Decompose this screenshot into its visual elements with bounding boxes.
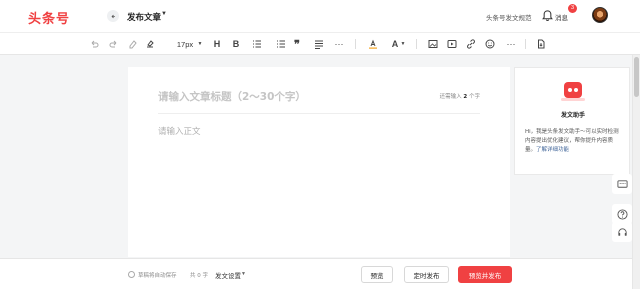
publishing-norms-link[interactable]: 头条号发文规范 [486,12,532,22]
autosave-status: 草稿将自动保存 [138,273,177,279]
robot-icon [564,82,582,98]
arrow-left-icon [111,14,115,18]
user-avatar[interactable] [592,7,608,23]
vertical-scrollbar[interactable] [632,55,640,289]
ordered-list-icon[interactable] [273,37,289,51]
headset-icon[interactable] [612,222,632,242]
chevron-down-icon[interactable]: ▼ [399,37,407,51]
counter-value: 2 [463,94,468,100]
more-icon[interactable]: ··· [505,37,517,51]
word-count: 共 0 字 [190,273,208,279]
schedule-publish-button[interactable]: 定时发布 [404,266,449,283]
help-icon[interactable] [612,204,632,224]
redo-icon[interactable] [108,37,120,51]
title-input[interactable]: 请输入文章标题（2～30个字） [158,89,306,104]
chevron-down-icon[interactable]: ▼ [161,11,167,17]
top-header: 头条号 发布文章 ▼ 头条号发文规范 3 消息 [0,0,640,32]
assistant-name: 发文助手 [560,112,585,119]
format-painter-icon[interactable] [144,37,156,51]
message-count-badge: 3 [568,4,577,13]
highlight-color-icon[interactable] [365,37,381,51]
counter-suffix: 个字 [468,94,480,100]
more-icon[interactable]: ··· [333,37,345,51]
align-icon[interactable] [311,37,327,51]
body-input[interactable]: 请输入正文 [158,125,201,137]
preview-button[interactable]: 预览 [361,266,393,283]
unordered-list-icon[interactable] [249,37,265,51]
image-icon[interactable] [427,37,439,51]
back-button[interactable] [107,10,119,22]
toolbar-divider [355,39,356,49]
feedback-icon[interactable] [612,174,632,194]
bottom-action-bar: 草稿将自动保存 共 0 字 发文设置 ▼ 预览 定时发布 预览并发布 [0,258,632,289]
toolbar-divider [416,39,417,49]
link-icon[interactable] [465,37,477,51]
counter-prefix: 还需输入 [439,94,462,100]
preview-and-publish-button[interactable]: 预览并发布 [458,266,512,283]
heading-button[interactable]: H [211,37,223,51]
font-size-select[interactable]: 17px [174,37,196,51]
page-title[interactable]: 发布文章 [127,11,161,23]
clear-format-icon[interactable] [127,37,139,51]
import-document-icon[interactable] [535,37,547,51]
bold-button[interactable]: B [230,37,242,51]
toutiaohao-logo[interactable]: 头条号 [28,8,70,27]
title-divider [158,113,480,114]
video-icon[interactable] [446,37,458,51]
robot-base [561,98,585,101]
quote-button[interactable]: ❞ [291,37,303,51]
publish-settings-toggle[interactable]: 发文设置 [215,270,241,280]
clock-icon [128,271,135,278]
chevron-down-icon[interactable]: ▼ [241,271,246,277]
title-char-counter: 还需输入 2 个字 [440,92,480,100]
toolbar-divider [525,39,526,49]
chevron-down-icon[interactable]: ▼ [196,37,204,51]
assistant-description: Hi，我是头条发文助手～可以实时检测内容提出优化建议，帮你提升内容质量。了解详细… [525,128,621,155]
emoji-icon[interactable] [484,37,496,51]
bell-icon[interactable] [541,9,554,22]
scroll-thumb[interactable] [634,57,639,97]
writing-assistant-panel: 发文助手 Hi，我是头条发文助手～可以实时检测内容提出优化建议，帮你提升内容质量… [514,67,630,175]
editor-canvas: 请输入文章标题（2～30个字） 还需输入 2 个字 请输入正文 [128,67,510,257]
learn-more-link[interactable]: 了解详细功能 [536,147,569,153]
editor-toolbar: 17px ▼ H B ❞ ··· A ▼ ··· [0,32,640,55]
messages-label[interactable]: 消息 [555,12,568,22]
undo-icon[interactable] [88,37,100,51]
